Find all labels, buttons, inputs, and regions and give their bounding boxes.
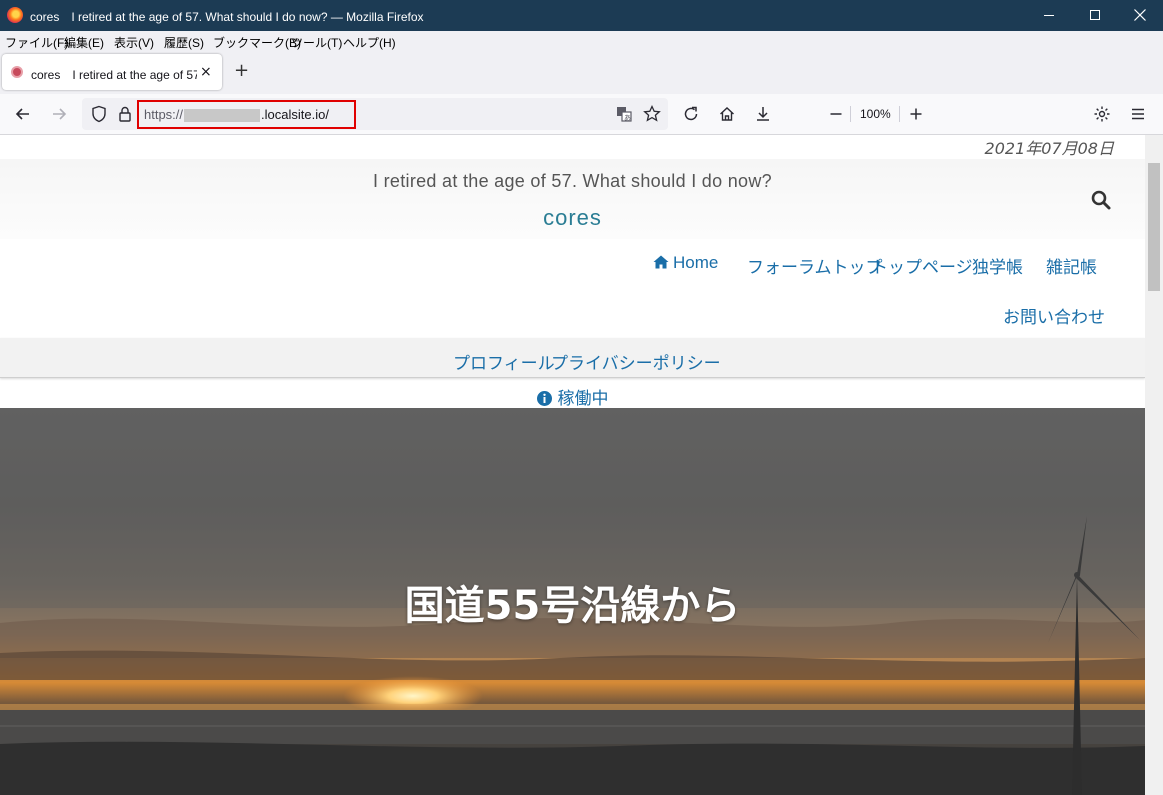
firefox-logo-icon (7, 7, 23, 23)
nav-home-label: Home (673, 253, 719, 272)
menu-tools[interactable]: ツール(T) (291, 34, 342, 51)
close-window-button[interactable] (1117, 0, 1163, 31)
downloads-icon[interactable] (753, 104, 773, 124)
new-tab-button[interactable]: + (234, 60, 249, 81)
url-host: .localsite.io/ (261, 107, 329, 122)
site-header: I retired at the age of 57. What should … (0, 159, 1145, 239)
tracking-shield-icon[interactable] (89, 104, 109, 124)
url-text[interactable]: https:// .localsite.io/ (144, 107, 329, 123)
page-content: 2021年07月08日 I retired at the age of 57. … (0, 135, 1145, 795)
lock-icon[interactable] (115, 104, 135, 124)
home-icon[interactable] (717, 104, 737, 124)
toolbar-separator (899, 106, 900, 122)
minimize-button[interactable] (1026, 0, 1072, 31)
menu-history[interactable]: 履歴(S) (164, 34, 204, 51)
site-favicon-icon (11, 66, 23, 78)
tab-close-button[interactable]: × (200, 64, 212, 80)
url-redacted-block (184, 109, 261, 123)
menu-view[interactable]: 表示(V) (114, 34, 154, 51)
maximize-icon (1090, 10, 1100, 20)
window-title: cores I retired at the age of 57. What s… (30, 10, 424, 24)
status-text: 稼働中 (557, 389, 609, 408)
hamburger-menu-icon[interactable] (1128, 104, 1148, 124)
info-icon (536, 391, 552, 406)
back-arrow-icon[interactable] (13, 104, 33, 124)
forward-arrow-icon[interactable] (49, 104, 69, 124)
subnav-privacy[interactable]: プライバシーポリシー (551, 349, 721, 374)
page-date: 2021年07月08日 (984, 139, 1114, 158)
toolbar-separator (850, 106, 851, 122)
svg-text:あ: あ (624, 114, 631, 122)
settings-gear-icon[interactable] (1092, 104, 1112, 124)
url-scheme: https:// (144, 107, 184, 122)
zoom-out-icon[interactable] (826, 104, 846, 124)
close-icon (1134, 9, 1146, 21)
window-titlebar: cores I retired at the age of 57. What s… (0, 0, 1163, 31)
menu-file[interactable]: ファイル(F) (5, 34, 68, 51)
hero-banner: 国道55号沿線から (0, 408, 1145, 795)
nav-study[interactable]: 独学帳 (972, 253, 1023, 278)
home-nav-icon (653, 255, 669, 269)
nav-forum[interactable]: フォーラムトップ (747, 253, 883, 278)
search-icon[interactable] (1090, 189, 1112, 211)
tab-active[interactable]: cores I retired at the age of 57. What s… (2, 54, 222, 90)
maximize-button[interactable] (1072, 0, 1118, 31)
status-notice: 稼働中 (536, 384, 609, 409)
menu-bookmarks[interactable]: ブックマーク(B) (213, 34, 301, 51)
sub-nav: プロフィール プライバシーポリシー (0, 338, 1145, 378)
zoom-level-button[interactable]: 100% (860, 107, 891, 121)
status-bar: 稼働中 (0, 379, 1145, 408)
reload-icon[interactable] (681, 104, 701, 124)
menu-edit[interactable]: 編集(E) (64, 34, 104, 51)
nav-notes[interactable]: 雑記帳 (1046, 253, 1097, 278)
zoom-in-icon[interactable] (906, 104, 926, 124)
tab-title: cores I retired at the age of 57. What s… (31, 68, 197, 82)
menu-help[interactable]: ヘルプ(H) (343, 34, 396, 51)
nav-top-page[interactable]: トップページ (871, 253, 973, 278)
nav-contact[interactable]: お問い合わせ (1003, 303, 1105, 328)
site-tagline: I retired at the age of 57. What should … (373, 171, 772, 191)
bookmark-star-icon[interactable] (642, 104, 662, 124)
menu-bar: ファイル(F) 編集(E) 表示(V) 履歴(S) ブックマーク(B) ツール(… (0, 31, 1163, 51)
subnav-profile[interactable]: プロフィール (453, 349, 555, 374)
minimize-icon (1044, 15, 1054, 16)
scrollbar-thumb[interactable] (1148, 163, 1160, 291)
tab-strip: cores I retired at the age of 57. What s… (0, 51, 1163, 94)
hero-title: 国道55号沿線から (404, 583, 741, 629)
site-name-link[interactable]: cores (0, 205, 1145, 231)
page-scrollbar[interactable] (1145, 135, 1163, 795)
nav-home[interactable]: Home (653, 253, 718, 273)
translate-icon[interactable]: あ (614, 104, 634, 124)
